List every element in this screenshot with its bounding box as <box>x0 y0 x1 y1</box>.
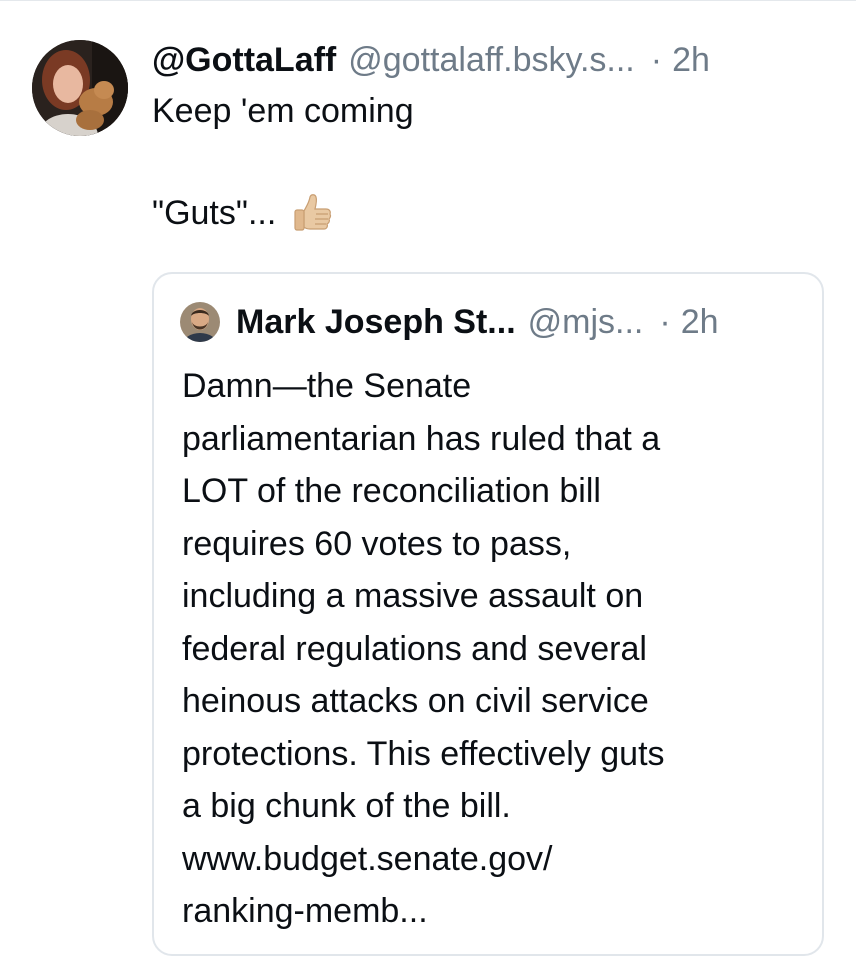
post-timestamp[interactable]: 2h <box>672 36 710 84</box>
thumbs-up-icon <box>290 191 334 235</box>
post[interactable]: @GottaLaff @gottalaff.bsky.s... · 2h Kee… <box>152 36 832 238</box>
top-divider <box>0 0 856 1</box>
quoted-author-handle[interactable]: @mjs... <box>528 298 644 346</box>
quoted-text-line: parliamentarian has ruled that a <box>182 419 661 458</box>
post-text: Keep 'em coming "Guts"... <box>152 86 832 238</box>
quoted-post-card[interactable]: Mark Joseph St... @mjs... · 2h Damn—the … <box>152 272 824 956</box>
quoted-text-line: heinous attacks on civil service <box>182 682 649 720</box>
quoted-text-line: including a massive assault on <box>182 577 644 615</box>
post-text-line: Keep 'em coming <box>152 92 414 130</box>
post-text-line: "Guts"... <box>152 188 832 238</box>
quoted-link-line[interactable]: ranking-memb... <box>182 885 802 938</box>
avatar[interactable] <box>32 40 128 136</box>
quoted-avatar-image <box>180 302 220 342</box>
separator-dot: · <box>659 303 671 341</box>
quoted-post-timestamp[interactable]: 2h <box>681 298 719 346</box>
separator-dot: · <box>650 41 663 79</box>
post-header: @GottaLaff @gottalaff.bsky.s... · 2h <box>152 36 832 84</box>
quoted-author-avatar[interactable] <box>180 302 220 342</box>
author-handle[interactable]: @gottalaff.bsky.s... <box>348 36 635 84</box>
avatar-image <box>32 40 128 136</box>
quoted-text-line: LOT of the reconciliation bill <box>182 472 601 510</box>
quoted-text-line: federal regulations and several <box>182 629 647 668</box>
quoted-text-line: protections. This effectively guts <box>182 734 665 773</box>
quoted-text-line: requires 60 votes to pass, <box>182 524 572 563</box>
quoted-link-line[interactable]: www.budget.senate.gov/ <box>182 833 802 886</box>
quoted-post-text: Damn—the Senate parliamentarian has rule… <box>182 360 802 938</box>
quoted-post-header: Mark Joseph St... @mjs... · 2h <box>180 298 719 346</box>
author-display-name[interactable]: @GottaLaff <box>152 36 336 84</box>
quoted-text-line: a big chunk of the bill. <box>182 787 511 825</box>
quoted-text-line: Damn—the Senate <box>182 367 472 405</box>
quoted-author-display-name[interactable]: Mark Joseph St... <box>236 298 516 346</box>
post-text-guts: "Guts"... <box>152 194 277 232</box>
